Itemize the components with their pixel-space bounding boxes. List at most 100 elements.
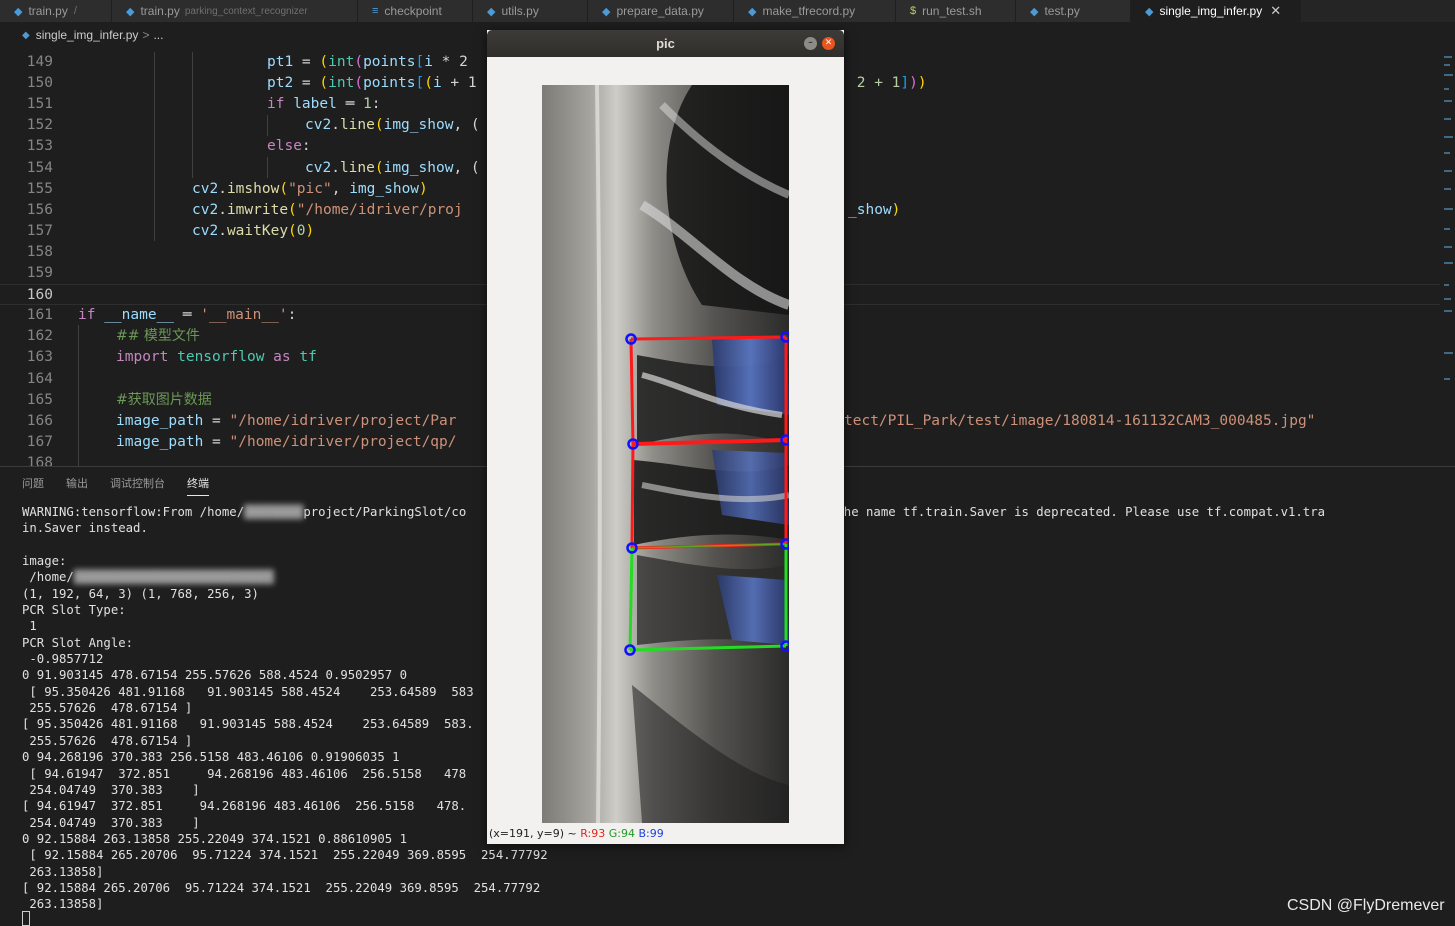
breadcrumb-separator: > xyxy=(142,28,150,42)
pixel-red-value: R:93 xyxy=(580,827,606,840)
code-token: ( xyxy=(288,201,297,218)
terminal-text: -0.9857712 xyxy=(22,652,104,667)
tab-train-py[interactable]: ◆ train.py / xyxy=(0,0,112,22)
code-token: 1 xyxy=(354,96,372,113)
python-file-icon: ◆ xyxy=(1145,5,1154,18)
slot-0-edge xyxy=(630,335,787,341)
code-token: __name__ xyxy=(95,307,175,324)
tab-run-test-sh[interactable]: $ run_test.sh xyxy=(896,0,1016,22)
pixel-blue-value: B:99 xyxy=(638,827,664,840)
parking-slot-image[interactable] xyxy=(542,85,789,823)
breadcrumb-rest[interactable]: ... xyxy=(153,28,163,42)
panel-tab[interactable]: 终端 xyxy=(187,475,209,496)
line-number: 164 xyxy=(26,370,53,387)
tab-prepare-data-py[interactable]: ◆ prepare_data.py xyxy=(588,0,734,22)
code-token: = xyxy=(203,412,230,429)
shell-file-icon: $ xyxy=(910,5,917,17)
code-token: . xyxy=(218,201,227,218)
code-token: ) xyxy=(891,201,901,218)
terminal-text: PCR Slot Angle: xyxy=(22,635,134,650)
minimap[interactable] xyxy=(1442,48,1455,466)
code-token: points xyxy=(363,54,416,70)
cursor-coordinates: (x=191, y=9) ~ xyxy=(489,827,581,840)
slot-1-edge xyxy=(630,443,635,549)
tab-label: test.py xyxy=(1044,4,1080,18)
line-number: 165 xyxy=(26,391,53,408)
code-token: cv2 xyxy=(192,180,219,197)
code-token: ) xyxy=(305,222,315,239)
panel-tab[interactable]: 输出 xyxy=(66,475,88,496)
code-token: img_show xyxy=(349,180,420,197)
code-token: "/home/idriver/proj xyxy=(296,201,463,218)
terminal-text: [ 92.15884 265.20706 95.71224 374.1521 2… xyxy=(22,880,541,895)
code-text: cv2.imshow("pic", img_show) xyxy=(192,179,428,200)
code-token: ( xyxy=(279,180,289,197)
code-token: pt2 xyxy=(267,75,294,92)
terminal-text: 263.13858] xyxy=(22,864,104,879)
tab-train-py[interactable]: ◆ train.py parking_context_recognizer xyxy=(112,0,358,22)
code-token: image_path xyxy=(116,433,204,450)
terminal-text: 255.57626 478.67154 ] xyxy=(22,701,193,716)
breadcrumb-file[interactable]: single_img_infer.py xyxy=(36,28,139,42)
code-token: '__main__' xyxy=(200,307,288,324)
code-token: [ xyxy=(415,75,425,92)
code-token: ═ xyxy=(345,96,355,113)
pic-window[interactable]: pic – ✕ (x=191, y=9) ~ R:93 G:94 B:99 xyxy=(487,30,844,844)
panel-tabs: 问题 输出 调试控制台 终端 xyxy=(12,475,221,496)
terminal-text: 263.13858] xyxy=(22,897,104,912)
code-token: as xyxy=(273,349,291,366)
line-number: 156 xyxy=(26,201,53,218)
terminal-line: 263.13858] xyxy=(22,864,1325,880)
code-text: else: xyxy=(267,136,311,157)
terminal-text: WARNING:tensorflow:From /home/ xyxy=(22,505,245,519)
code-text: if label ═ 1: xyxy=(267,94,381,115)
close-tab-icon[interactable]: ✕ xyxy=(1270,3,1281,19)
text-file-icon: ≡ xyxy=(372,5,379,17)
code-token: img_show xyxy=(383,117,454,134)
close-button[interactable]: ✕ xyxy=(822,37,835,50)
tab-utils-py[interactable]: ◆ utils.py xyxy=(473,0,588,22)
tab-test-py[interactable]: ◆ test.py xyxy=(1016,0,1131,22)
watermark: CSDN @FlyDremever xyxy=(1287,897,1445,914)
code-token: : xyxy=(287,307,297,324)
terminal-text: r.py:129: The name tf.train.Saver is dep… xyxy=(762,505,1326,519)
minimize-button[interactable]: – xyxy=(804,37,817,50)
code-token: , ( xyxy=(453,117,480,134)
line-number: 161 xyxy=(26,307,53,324)
code-token: tf xyxy=(290,349,317,366)
code-text: cv2.line(img_show, ( xyxy=(305,115,480,136)
code-token: . xyxy=(331,117,340,134)
tab-make-tfrecord-py[interactable]: ◆ make_tfrecord.py xyxy=(734,0,896,22)
panel-tab[interactable]: 问题 xyxy=(22,475,44,496)
tab-description: parking_context_recognizer xyxy=(184,5,308,17)
terminal-line: [ 92.15884 265.20706 95.71224 374.1521 2… xyxy=(22,847,1325,863)
code-token: ( xyxy=(374,117,384,134)
line-number: 160 xyxy=(26,287,53,304)
code-token: * 2 xyxy=(432,54,468,70)
code-token: ( xyxy=(319,75,329,92)
code-token: ( xyxy=(354,75,364,92)
code-token: "/home/idriver/project/Par xyxy=(229,412,457,429)
code-token: : xyxy=(301,138,311,155)
pixel-status-bar: (x=191, y=9) ~ R:93 G:94 B:99 xyxy=(489,827,664,840)
pixel-green-value: G:94 xyxy=(608,827,635,840)
tab-label: utils.py xyxy=(501,4,539,18)
tab-checkpoint[interactable]: ≡ checkpoint xyxy=(358,0,473,22)
terminal-text: in.Saver instead. xyxy=(22,521,148,536)
code-token: "/home/idriver/project/qp/ xyxy=(229,433,457,450)
tab-single-img-infer-py[interactable]: ◆ single_img_infer.py ✕ xyxy=(1131,0,1301,22)
line-number: 163 xyxy=(26,349,53,366)
window-title[interactable]: pic xyxy=(487,30,844,57)
panel-tab[interactable]: 调试控制台 xyxy=(110,475,165,496)
code-token: pt1 xyxy=(267,54,294,70)
code-token: , ( xyxy=(453,159,480,176)
code-token: int xyxy=(328,54,355,70)
terminal-text: /home/ xyxy=(22,570,74,585)
terminal-text: 254.04749 370.383 ] xyxy=(22,815,200,830)
code-text-continued: 2 + 1])) xyxy=(848,73,927,94)
code-text-continued: tect/PIL_Park/test/image/180814-161132CA… xyxy=(844,411,1315,432)
line-number: 152 xyxy=(26,117,53,134)
code-token: 2 + 1 xyxy=(848,75,901,92)
slot-0-edge xyxy=(629,338,635,445)
code-token: import xyxy=(116,349,169,366)
